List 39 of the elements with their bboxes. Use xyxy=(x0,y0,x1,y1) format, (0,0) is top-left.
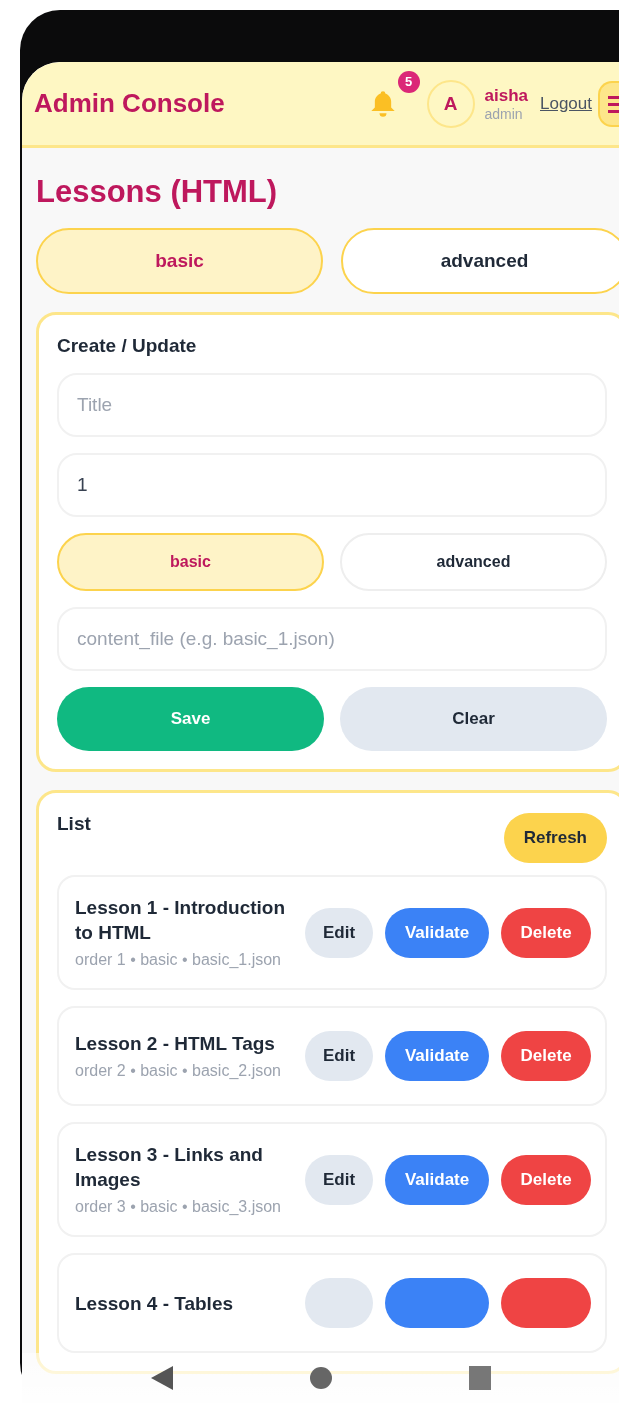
level-tab[interactable]: basic xyxy=(36,228,323,294)
lesson-meta: order 1 • basic • basic_1.json xyxy=(75,950,282,970)
recents-icon[interactable] xyxy=(468,1366,491,1390)
validate-button[interactable] xyxy=(385,1278,489,1328)
lesson-meta: order 2 • basic • basic_2.json xyxy=(75,1061,282,1081)
order-field[interactable]: 1 xyxy=(57,453,607,517)
level-option[interactable]: advanced xyxy=(340,533,607,591)
app-title: Admin Console xyxy=(34,88,226,119)
validate-button[interactable]: Validate xyxy=(385,1154,490,1205)
user-role: admin xyxy=(484,105,524,122)
delete-button[interactable]: Delete xyxy=(501,1154,592,1205)
level-option[interactable]: basic xyxy=(57,533,324,591)
list-title: List xyxy=(57,813,91,835)
validate-button[interactable]: Validate xyxy=(385,1031,490,1081)
content-file-field[interactable]: content_file (e.g. basic_1.json) xyxy=(57,607,607,671)
notification-count: 5 xyxy=(397,70,420,93)
delete-button[interactable]: Delete xyxy=(501,1031,592,1081)
level-tab[interactable]: advanced xyxy=(341,228,619,294)
title-field[interactable]: Title xyxy=(57,373,607,437)
edit-button[interactable]: Edit xyxy=(305,1154,374,1205)
lesson-title: Lesson 2 - HTML Tags xyxy=(75,1032,276,1056)
page-title: Lessons (HTML) xyxy=(36,174,279,210)
avatar: A xyxy=(426,79,475,128)
lesson-title: Lesson 3 - Links and Images xyxy=(75,1143,264,1192)
edit-button[interactable]: Edit xyxy=(305,1031,374,1081)
clear-button[interactable]: Clear xyxy=(340,687,607,751)
lesson-title: Lesson 4 - Tables xyxy=(75,1291,235,1316)
delete-button[interactable]: Delete xyxy=(501,907,592,958)
lesson-title: Lesson 1 - Introduction to HTML xyxy=(75,896,287,945)
home-icon[interactable] xyxy=(309,1367,332,1389)
refresh-button[interactable]: Refresh xyxy=(503,813,607,863)
validate-button[interactable]: Validate xyxy=(385,907,490,958)
delete-button[interactable] xyxy=(501,1278,591,1328)
edit-button[interactable]: Edit xyxy=(305,907,374,958)
lesson-meta: order 3 • basic • basic_3.json xyxy=(75,1197,282,1217)
logout-link[interactable]: Logout xyxy=(540,93,592,114)
user-name: aisha xyxy=(484,85,528,106)
back-icon[interactable] xyxy=(150,1366,173,1390)
form-title: Create / Update xyxy=(57,335,198,357)
